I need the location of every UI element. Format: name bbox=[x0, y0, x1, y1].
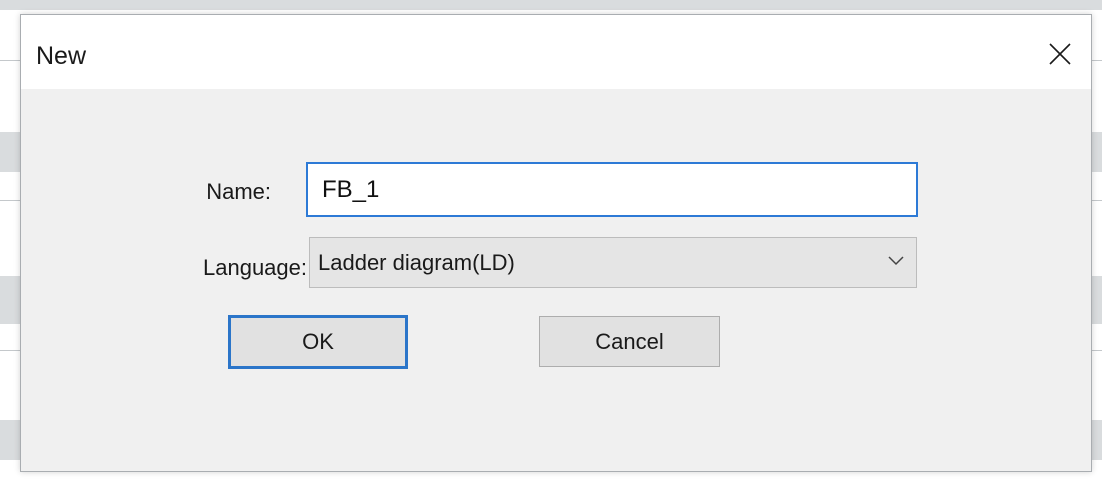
chevron-down-icon bbox=[888, 256, 904, 266]
cancel-button[interactable]: Cancel bbox=[539, 316, 720, 367]
name-input[interactable] bbox=[306, 162, 918, 217]
dialog-titlebar: New bbox=[21, 15, 1091, 89]
ok-button[interactable]: OK bbox=[228, 315, 408, 369]
name-label: Name: bbox=[206, 179, 271, 204]
language-label: Language: bbox=[203, 255, 307, 280]
close-button[interactable] bbox=[1029, 15, 1091, 89]
close-icon bbox=[1049, 43, 1071, 65]
dialog-title: New bbox=[36, 42, 87, 70]
language-selected-value: Ladder diagram(LD) bbox=[318, 250, 515, 275]
cancel-button-label: Cancel bbox=[595, 328, 664, 354]
language-dropdown[interactable]: Ladder diagram(LD) bbox=[309, 237, 917, 288]
new-dialog: New Name: Language: Ladder diagram(LD) O… bbox=[20, 14, 1092, 472]
ok-button-label: OK bbox=[302, 329, 334, 354]
background-stripe bbox=[0, 0, 1102, 10]
